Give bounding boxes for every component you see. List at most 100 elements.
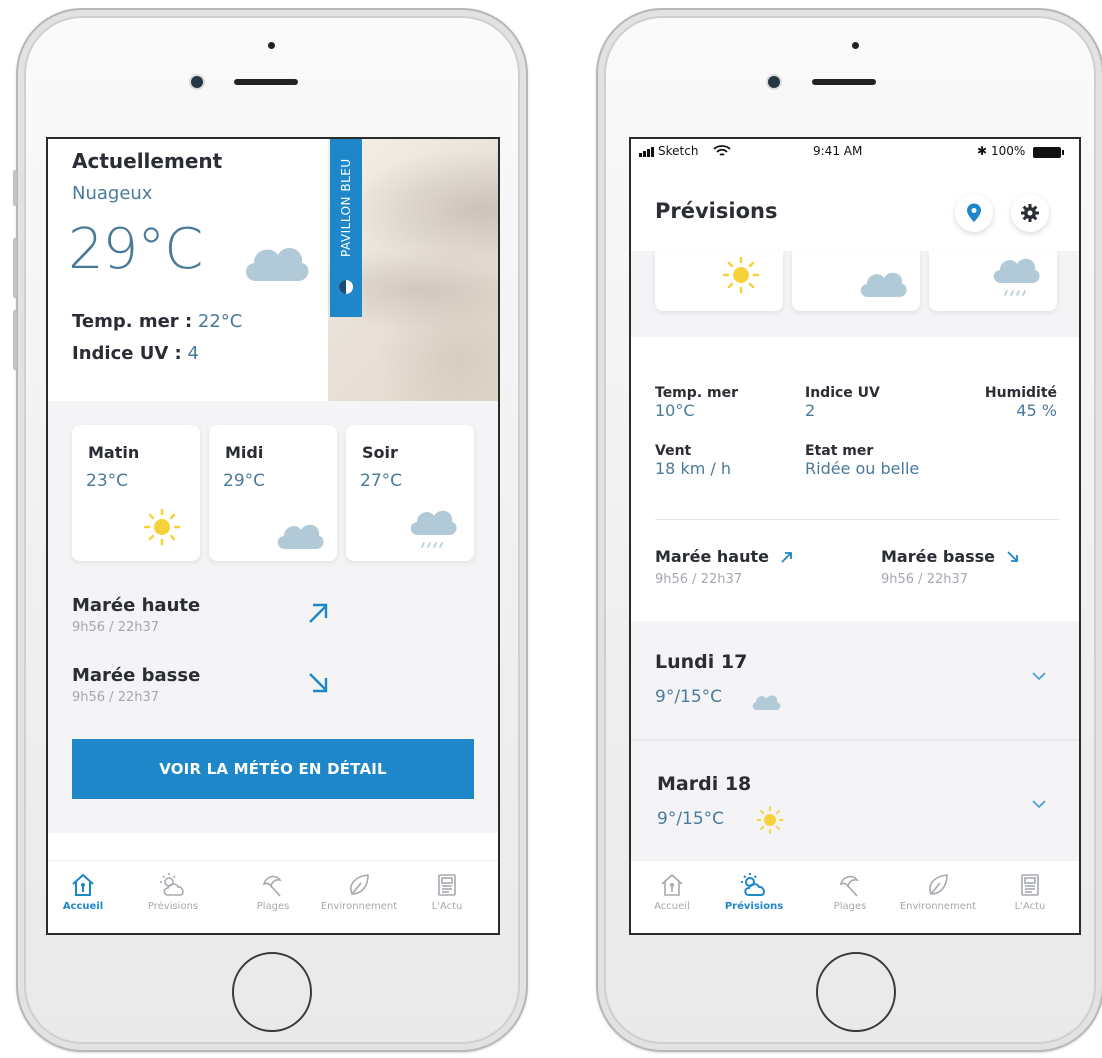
day-row-mardi[interactable]: Mardi 18 9°/15°C <box>631 741 1079 865</box>
signal-icon <box>639 147 654 157</box>
forecast-screen: Sketch 9:41 AM ✱ 100% Prévisions Temp. m… <box>629 137 1081 935</box>
parasol-icon <box>839 875 859 897</box>
tide-time: 9h56 / 22h37 <box>72 620 160 635</box>
tide-time: 9h56 / 22h37 <box>881 572 969 587</box>
period-label: Midi <box>225 443 264 462</box>
tab-label: Environnement <box>320 901 398 912</box>
period-card-matin[interactable]: Matin 23°C <box>72 425 200 561</box>
tab-label: Prévisions <box>724 901 784 912</box>
tide-high: Marée haute 9h56 / 22h37 <box>655 547 794 587</box>
pavillon-bleu-badge[interactable]: PAVILLON BLEU <box>330 139 362 317</box>
period-card-midi[interactable]: Midi 29°C <box>209 425 337 561</box>
tab-previsions[interactable]: Prévisions <box>709 871 799 912</box>
day-row-lundi[interactable]: Lundi 17 9°/15°C <box>631 621 1079 739</box>
bluetooth-icon: ✱ <box>977 144 988 158</box>
period-temp: 23°C <box>86 471 129 491</box>
sun-icon <box>143 508 181 546</box>
tab-label: L'Actu <box>431 901 463 912</box>
day-name: Lundi 17 <box>655 651 748 673</box>
tab-environnement[interactable]: Environnement <box>314 871 404 912</box>
sun-icon <box>722 256 760 294</box>
flag-icon <box>339 280 353 294</box>
tab-actu[interactable]: L'Actu <box>985 871 1075 912</box>
period-card-partial[interactable] <box>792 251 920 311</box>
tide-label: Marée basse <box>72 665 201 686</box>
tide-label: Marée basse <box>881 547 996 566</box>
divider <box>655 519 1059 520</box>
tab-actu[interactable]: L'Actu <box>402 871 492 912</box>
period-card-partial[interactable] <box>929 251 1057 311</box>
tab-plages[interactable]: Plages <box>228 871 318 912</box>
tab-label: Accueil <box>62 901 104 912</box>
tab-environnement[interactable]: Environnement <box>893 871 983 912</box>
chevron-down-icon[interactable] <box>1031 799 1047 809</box>
arrow-up-right-icon <box>309 603 328 623</box>
tab-plages[interactable]: Plages <box>805 871 895 912</box>
status-bar: Sketch 9:41 AM ✱ 100% <box>631 139 1079 163</box>
period-card-soir[interactable]: Soir 27°C <box>346 425 474 561</box>
arrow-down-right-icon <box>1007 551 1019 562</box>
period-label: Matin <box>88 443 140 462</box>
sea-temp-label: Temp. mer : <box>72 311 193 332</box>
newspaper-icon <box>438 874 456 896</box>
tab-label: Plages <box>833 901 867 912</box>
badge-label: PAVILLON BLEU <box>339 158 353 258</box>
uv-value: 4 <box>187 343 199 364</box>
day-temps: 9°/15°C <box>655 687 723 707</box>
wifi-icon <box>713 145 731 156</box>
tide-time: 9h56 / 22h37 <box>655 572 743 587</box>
tide-label: Marée haute <box>72 595 201 616</box>
sun-cloud-icon <box>160 873 184 896</box>
stat-wind: Vent 18 km / h <box>655 443 731 478</box>
chevron-down-icon[interactable] <box>1031 671 1047 681</box>
period-temp: 27°C <box>360 471 403 491</box>
home-icon <box>661 873 683 896</box>
tab-label: Prévisions <box>147 901 199 912</box>
sun-icon <box>756 806 784 834</box>
stat-humidity: Humidité 45 % <box>984 385 1057 420</box>
stat-uv: Indice UV 2 <box>805 385 880 420</box>
rain-cloud-icon <box>993 258 1040 296</box>
current-temperature: 29°C <box>68 217 203 282</box>
uv-label: Indice UV : <box>72 343 182 364</box>
arrow-down-right-icon <box>309 673 328 693</box>
leaf-icon <box>350 874 369 895</box>
tide-label: Marée haute <box>655 547 769 566</box>
tab-bar: Accueil Prévisions Plages Environnement … <box>48 860 498 933</box>
weather-detail-button[interactable]: VOIR LA MÉTÉO EN DÉTAIL <box>72 739 474 799</box>
tab-accueil[interactable]: Accueil <box>631 871 717 912</box>
cloud-icon <box>752 695 781 710</box>
tab-previsions[interactable]: Prévisions <box>128 871 218 912</box>
period-temp: 29°C <box>223 471 266 491</box>
rain-cloud-icon <box>410 510 457 548</box>
cloud-icon <box>277 524 324 549</box>
stat-sea-temp: Temp. mer 10°C <box>655 385 738 420</box>
carrier-label: Sketch <box>658 144 699 158</box>
gear-icon <box>1021 204 1039 222</box>
current-condition: Nuageux <box>72 183 153 204</box>
settings-button[interactable] <box>1011 194 1049 232</box>
current-title: Actuellement <box>72 149 223 173</box>
tide-low: Marée basse 9h56 / 22h37 <box>881 547 1020 587</box>
sea-temp-value: 22°C <box>197 311 243 332</box>
newspaper-icon <box>1021 874 1039 896</box>
home-button[interactable] <box>232 952 312 1032</box>
arrow-up-right-icon <box>781 552 792 563</box>
tab-bar: Accueil Prévisions Plages Environnement … <box>631 860 1079 933</box>
period-card-partial[interactable] <box>655 251 783 311</box>
cloud-icon <box>860 272 907 297</box>
home-icon <box>72 873 94 896</box>
period-label: Soir <box>362 443 398 462</box>
cloud-icon <box>245 248 309 281</box>
day-temps: 9°/15°C <box>657 809 725 829</box>
home-button[interactable] <box>816 952 896 1032</box>
stat-sea-state: Etat mer Ridée ou belle <box>805 443 920 478</box>
location-pin-icon <box>967 203 981 222</box>
tide-high: Marée haute 9h56 / 22h37 <box>72 595 200 635</box>
location-button[interactable] <box>955 194 993 232</box>
tide-time: 9h56 / 22h37 <box>72 690 160 705</box>
tab-label: Plages <box>256 901 290 912</box>
tab-accueil[interactable]: Accueil <box>48 871 128 912</box>
tab-label: Environnement <box>899 901 977 912</box>
sun-cloud-icon <box>741 873 765 896</box>
